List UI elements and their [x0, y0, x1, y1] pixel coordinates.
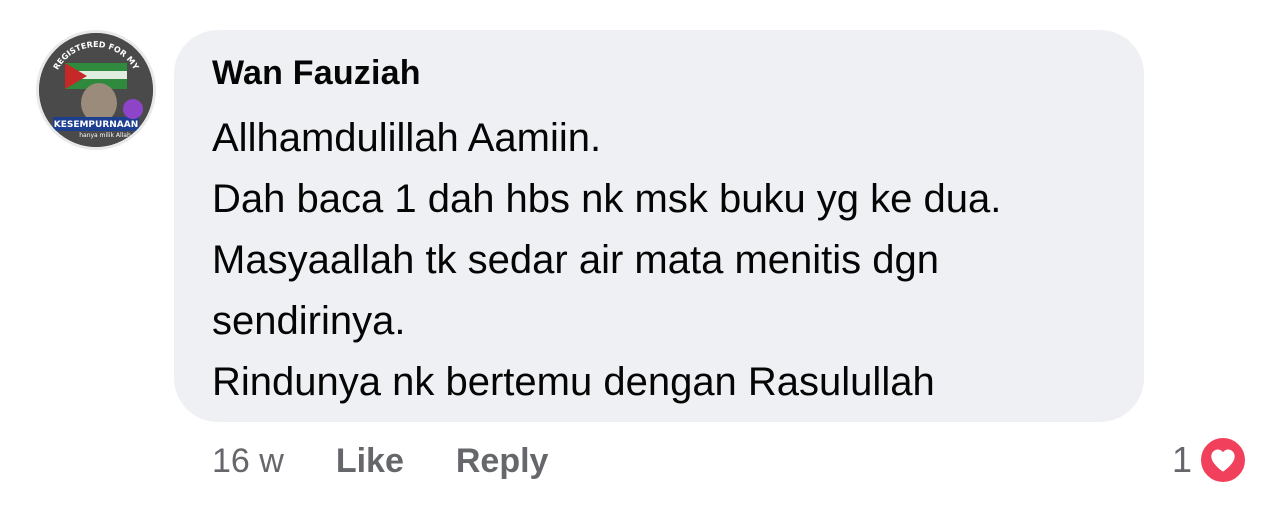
- heart-icon: [1198, 435, 1248, 485]
- avatar-image: REGISTERED FOR MY KESEMPURNAAN hanya mil…: [39, 33, 153, 147]
- avatar-caption-text: hanya milik Allah: [79, 132, 131, 139]
- reply-button[interactable]: Reply: [456, 442, 549, 481]
- comment-body-line: Masyaallah tk sedar air mata menitis dgn: [212, 238, 939, 282]
- avatar-banner-text: KESEMPURNAAN: [54, 120, 139, 130]
- comment-author[interactable]: Wan Fauziah: [212, 54, 421, 93]
- comment-body: Allhamdulillah Aamiin. Dah baca 1 dah hb…: [212, 108, 1122, 413]
- reaction-summary[interactable]: 1: [1172, 434, 1248, 486]
- comment-body-line: Allhamdulillah Aamiin.: [212, 116, 602, 160]
- comment: REGISTERED FOR MY KESEMPURNAAN hanya mil…: [0, 0, 1284, 510]
- avatar[interactable]: REGISTERED FOR MY KESEMPURNAAN hanya mil…: [36, 30, 156, 150]
- comment-body-line: sendirinya.: [212, 299, 406, 343]
- comment-timestamp[interactable]: 16 w: [212, 442, 284, 481]
- reaction-count: 1: [1171, 439, 1192, 480]
- comment-body-line: Rindunya nk bertemu dengan Rasulullah: [212, 360, 935, 404]
- like-button[interactable]: Like: [336, 442, 404, 481]
- comment-body-line: Dah baca 1 dah hbs nk msk buku yg ke dua…: [212, 177, 1002, 221]
- comment-actions: 16 w Like Reply: [212, 438, 600, 484]
